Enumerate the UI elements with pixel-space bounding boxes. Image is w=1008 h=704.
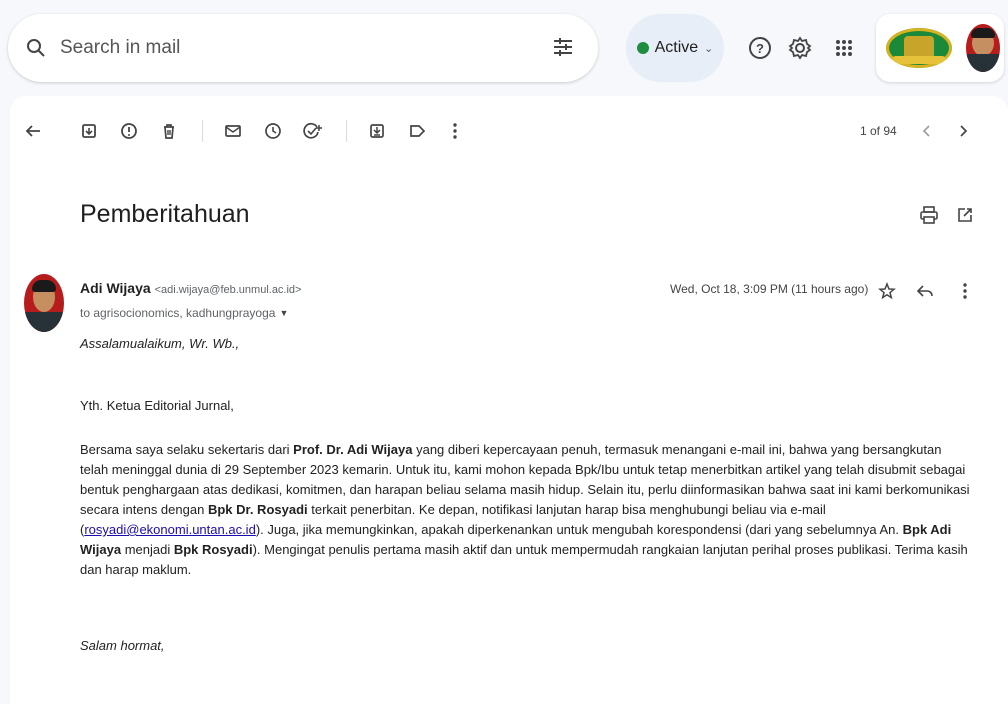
para-bold: Prof. Dr. Adi Wijaya <box>293 442 413 457</box>
pagination-count: 1 of 94 <box>860 124 897 138</box>
para-text: Bersama saya selaku sekertaris dari <box>80 442 294 457</box>
email-card: 1 of 94 Pemberitahuan Adi Wijaya <adi.wi… <box>10 96 1008 704</box>
body-paragraph: Bersama saya selaku sekertaris dari Prof… <box>80 440 970 580</box>
label-icon[interactable] <box>404 118 430 144</box>
chevron-down-icon: ⌄ <box>704 42 714 55</box>
greeting: Assalamualaikum, Wr. Wb., <box>80 336 240 351</box>
reply-icon[interactable] <box>914 280 936 302</box>
back-arrow-icon[interactable] <box>20 118 46 144</box>
tune-icon[interactable] <box>550 34 576 60</box>
chevron-left-icon[interactable] <box>914 118 940 144</box>
gear-icon[interactable] <box>786 34 814 62</box>
more-vert-icon[interactable] <box>442 118 468 144</box>
para-bold: Bpk Rosyadi <box>173 542 253 557</box>
email-link[interactable]: rosyadi@ekonomi.untan.ac.id <box>84 522 255 537</box>
closing: Salam hormat, <box>80 638 165 653</box>
salutation: Yth. Ketua Editorial Jurnal, <box>80 398 234 413</box>
email-date: Wed, Oct 18, 3:09 PM (11 hours ago) <box>670 282 869 296</box>
toolbar-divider <box>202 120 203 142</box>
recipients-text: to agrisocionomics, kadhungprayoga <box>80 306 276 320</box>
search-icon[interactable] <box>22 34 50 62</box>
organization-logo <box>886 28 952 68</box>
move-to-icon[interactable] <box>364 118 390 144</box>
search-input[interactable] <box>58 27 532 69</box>
recipients-line[interactable]: to agrisocionomics, kadhungprayoga ▼ <box>80 306 288 320</box>
top-bar: Active ⌄ ? <box>0 0 1008 92</box>
sender-line: Adi Wijaya <adi.wijaya@feb.unmul.ac.id> <box>80 280 301 296</box>
apps-grid-icon[interactable] <box>830 34 858 62</box>
toolbar-divider <box>346 120 347 142</box>
help-icon[interactable]: ? <box>746 34 774 62</box>
account-avatar[interactable] <box>966 24 1000 72</box>
delete-icon[interactable] <box>156 118 182 144</box>
status-label: Active <box>654 39 699 56</box>
account-area[interactable] <box>876 14 1004 82</box>
para-text: menjadi <box>121 542 174 557</box>
print-icon[interactable] <box>916 202 942 228</box>
archive-icon[interactable] <box>76 118 102 144</box>
add-task-icon[interactable] <box>300 118 326 144</box>
para-text: ). Juga, jika memungkinkan, apakah diper… <box>255 522 903 537</box>
message-more-icon[interactable] <box>954 280 976 302</box>
snooze-clock-icon[interactable] <box>260 118 286 144</box>
search-bar[interactable] <box>8 14 598 82</box>
mark-unread-icon[interactable] <box>220 118 246 144</box>
status-dot <box>636 42 649 54</box>
email-toolbar: 1 of 94 <box>10 96 1008 166</box>
star-icon[interactable] <box>876 280 898 302</box>
report-spam-icon[interactable] <box>116 118 142 144</box>
sender-email: <adi.wijaya@feb.unmul.ac.id> <box>154 284 302 296</box>
status-button[interactable]: Active ⌄ <box>626 14 724 82</box>
caret-down-icon[interactable]: ▼ <box>279 308 288 318</box>
sender-name[interactable]: Adi Wijaya <box>80 280 151 296</box>
email-subject: Pemberitahuan <box>80 200 250 228</box>
para-bold: Bpk Dr. Rosyadi <box>207 502 308 517</box>
open-new-window-icon[interactable] <box>952 202 978 228</box>
svg-text:?: ? <box>756 41 764 56</box>
chevron-right-icon[interactable] <box>950 118 976 144</box>
sender-avatar[interactable] <box>24 274 64 332</box>
